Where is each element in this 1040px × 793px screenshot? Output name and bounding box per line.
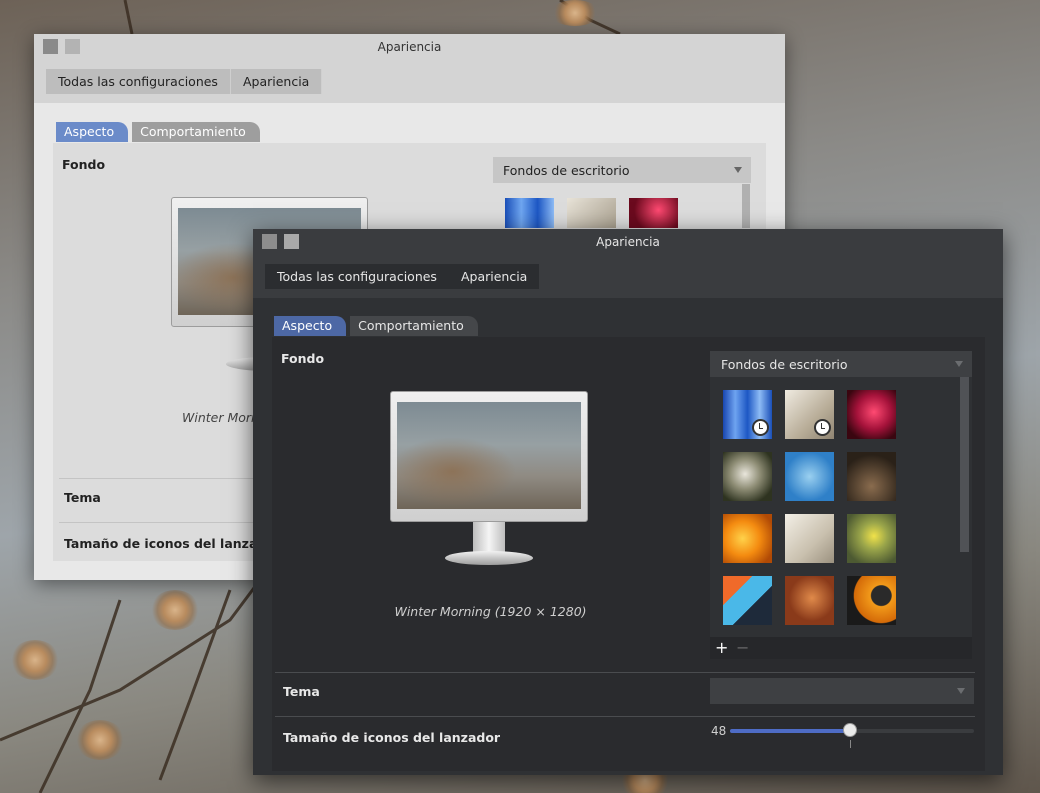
- wallpaper-thumbnail[interactable]: [785, 514, 834, 563]
- tab-behavior[interactable]: Comportamiento: [132, 122, 260, 142]
- wallpaper-gallery: [710, 377, 972, 637]
- slider-handle[interactable]: [843, 723, 857, 737]
- wallpaper-caption: Winter Morning (1920 × 1280): [394, 604, 587, 619]
- wallpaper-thumbnail[interactable]: [723, 452, 772, 501]
- wallpaper-thumbnail[interactable]: [847, 390, 896, 439]
- breadcrumb: Todas las configuraciones Apariencia: [265, 264, 540, 289]
- wallpaper-thumbnail[interactable]: [847, 514, 896, 563]
- clock-icon: [752, 419, 769, 436]
- background-label: Fondo: [62, 157, 106, 172]
- wallpaper-thumbnail[interactable]: [847, 452, 896, 501]
- tab-behavior[interactable]: Comportamiento: [350, 316, 478, 336]
- add-wallpaper-button[interactable]: +: [715, 638, 728, 657]
- divider: [59, 478, 259, 479]
- wallpaper-thumbnail[interactable]: [847, 576, 896, 625]
- divider: [59, 522, 259, 523]
- wallpaper-source-label: Fondos de escritorio: [721, 357, 848, 372]
- wallpaper-thumbnail[interactable]: [629, 198, 678, 228]
- wallpaper-flower: [10, 640, 60, 680]
- theme-dropdown[interactable]: [710, 678, 974, 704]
- divider: [275, 716, 975, 717]
- tab-look[interactable]: Aspecto: [274, 316, 347, 336]
- gallery-actions: + −: [710, 637, 972, 659]
- wallpaper-thumbnail[interactable]: [505, 198, 554, 228]
- tab-bar: Aspecto Comportamiento: [274, 316, 482, 336]
- window-title: Apariencia: [377, 40, 442, 54]
- titlebar[interactable]: Apariencia: [253, 229, 1003, 257]
- wallpaper-flower: [75, 720, 125, 760]
- wallpaper-thumbnail[interactable]: [723, 514, 772, 563]
- breadcrumb-appearance[interactable]: Apariencia: [448, 264, 540, 289]
- wallpaper-thumbnail[interactable]: [785, 390, 834, 439]
- wallpaper-thumbnail[interactable]: [785, 576, 834, 625]
- window-title: Apariencia: [596, 235, 660, 249]
- gallery-scrollbar[interactable]: [960, 377, 969, 552]
- wallpaper-flower: [150, 590, 200, 630]
- wallpaper-thumbnail[interactable]: [723, 576, 772, 625]
- wallpaper-caption: Winter Morn: [182, 410, 259, 425]
- wallpaper-source-label: Fondos de escritorio: [503, 163, 630, 178]
- theme-label: Tema: [283, 684, 320, 699]
- chevron-down-icon: [955, 361, 963, 367]
- launcher-icon-size-label: Tamaño de iconos del lanzador: [64, 536, 282, 551]
- toolbar: Todas las configuraciones Apariencia: [253, 257, 1003, 298]
- divider: [275, 672, 975, 673]
- wallpaper-flower: [550, 0, 600, 26]
- tab-look[interactable]: Aspecto: [56, 122, 129, 142]
- breadcrumb-all-settings[interactable]: Todas las configuraciones: [265, 264, 449, 289]
- launcher-icon-size-label: Tamaño de iconos del lanzador: [283, 730, 501, 745]
- wallpaper-source-dropdown[interactable]: Fondos de escritorio: [710, 351, 972, 377]
- remove-wallpaper-button[interactable]: −: [736, 638, 749, 657]
- wallpaper-thumbnail[interactable]: [567, 198, 616, 228]
- breadcrumb: Todas las configuraciones Apariencia: [46, 69, 323, 94]
- wallpaper-thumbnail[interactable]: [785, 452, 834, 501]
- clock-icon: [814, 419, 831, 436]
- icon-size-value: 48: [711, 724, 727, 738]
- titlebar[interactable]: Apariencia: [34, 34, 785, 62]
- background-label: Fondo: [281, 351, 325, 366]
- wallpaper-source-dropdown[interactable]: Fondos de escritorio: [493, 157, 751, 183]
- gallery-scrollbar[interactable]: [742, 184, 750, 228]
- breadcrumb-all-settings[interactable]: Todas las configuraciones: [46, 69, 231, 94]
- slider-tick: [850, 740, 851, 748]
- toolbar: Todas las configuraciones Apariencia: [34, 62, 785, 103]
- chevron-down-icon: [734, 167, 742, 173]
- chevron-down-icon: [957, 688, 965, 694]
- appearance-window-dark: Apariencia Todas las configuraciones Apa…: [253, 229, 1003, 775]
- slider-fill: [730, 729, 852, 733]
- tab-bar: Aspecto Comportamiento: [56, 122, 264, 142]
- wallpaper-thumbnail[interactable]: [723, 390, 772, 439]
- theme-label: Tema: [64, 490, 101, 505]
- breadcrumb-appearance[interactable]: Apariencia: [230, 69, 323, 94]
